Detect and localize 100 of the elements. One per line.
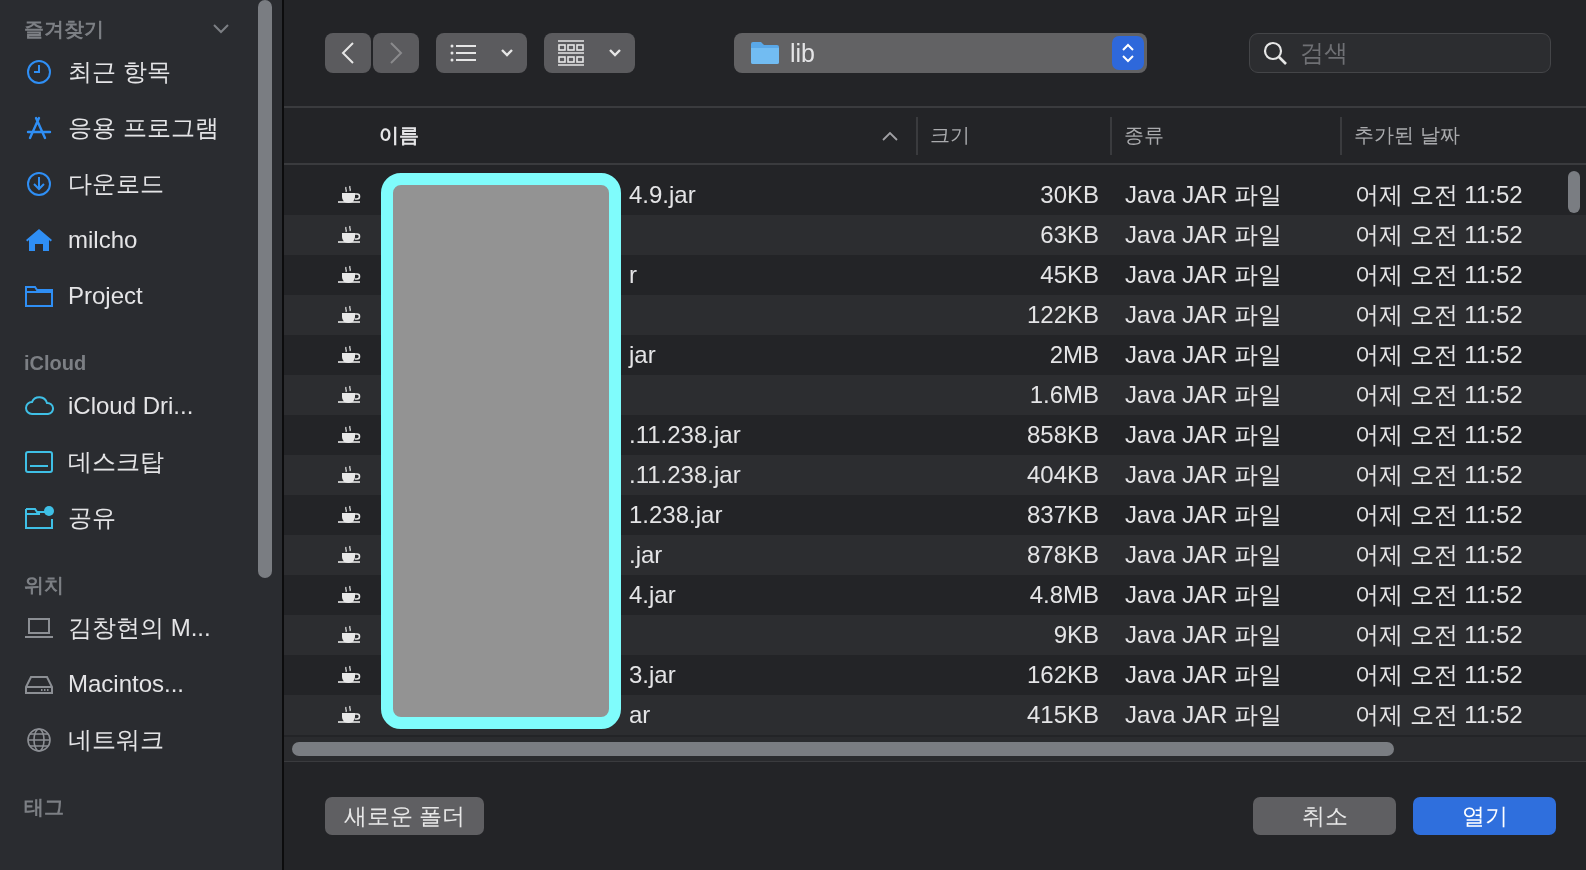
file-name: r	[629, 261, 637, 288]
date-added: 어제 오전 11:52	[1355, 541, 1523, 568]
scrollbar-thumb[interactable]	[258, 0, 272, 578]
forward-button[interactable]	[373, 33, 419, 73]
date-added: 어제 오전 11:52	[1355, 181, 1523, 208]
coffee-cup-icon	[336, 185, 362, 205]
download-icon	[24, 171, 54, 197]
search-icon	[1262, 40, 1288, 66]
file-name: 4.jar	[629, 581, 676, 608]
section-heading: 태그	[24, 794, 64, 820]
sidebar-item[interactable]: 김창현의 M...	[24, 600, 282, 656]
sidebar-item[interactable]: milcho	[24, 212, 282, 268]
chevron-right-icon	[389, 41, 403, 65]
coffee-cup-icon	[336, 305, 362, 325]
file-kind: Java JAR 파일	[1125, 701, 1283, 728]
file-name: .jar	[629, 541, 663, 568]
file-size: 63KB	[1040, 221, 1099, 248]
file-size: 837KB	[1026, 501, 1099, 528]
file-size: 30KB	[1040, 181, 1099, 208]
file-size: 122KB	[1026, 301, 1099, 328]
coffee-cup-icon	[336, 665, 362, 685]
home-icon	[24, 227, 54, 253]
file-name: 4.9.jar	[629, 181, 696, 208]
sidebar-item[interactable]: Project	[24, 268, 282, 324]
sidebar-item[interactable]: 응용 프로그램	[24, 100, 282, 156]
date-added: 어제 오전 11:52	[1355, 461, 1523, 488]
file-size: 1.6MB	[1029, 381, 1099, 408]
column-header[interactable]: 종류	[1110, 116, 1340, 155]
coffee-cup-icon	[336, 545, 362, 565]
coffee-cup-icon	[336, 385, 362, 405]
coffee-cup-icon	[336, 505, 362, 525]
chevron-left-icon	[341, 41, 355, 65]
date-added: 어제 오전 11:52	[1355, 701, 1523, 728]
folder-icon	[750, 41, 780, 65]
file-kind: Java JAR 파일	[1125, 181, 1283, 208]
file-size: 9KB	[1053, 621, 1099, 648]
file-kind: Java JAR 파일	[1125, 541, 1283, 568]
file-kind: Java JAR 파일	[1125, 661, 1283, 688]
section-heading: 즐겨찾기	[24, 16, 104, 42]
date-added: 어제 오전 11:52	[1355, 661, 1523, 688]
date-added: 어제 오전 11:52	[1355, 421, 1523, 448]
file-name: ar	[629, 701, 651, 728]
file-kind: Java JAR 파일	[1125, 421, 1283, 448]
coffee-cup-icon	[336, 625, 362, 645]
sidebar-item[interactable]: 최근 항목	[24, 44, 282, 100]
back-button[interactable]	[325, 33, 371, 73]
dialog-button[interactable]: 열기	[1413, 797, 1556, 835]
file-name: jar	[629, 341, 656, 368]
date-added: 어제 오전 11:52	[1355, 301, 1523, 328]
location-popup[interactable]: lib	[734, 33, 1147, 73]
dialog-button[interactable]: 새로운 폴더	[325, 797, 484, 835]
scrollbar-thumb[interactable]	[1568, 171, 1580, 213]
date-added: 어제 오전 11:52	[1355, 581, 1523, 608]
column-header[interactable]: 이름	[284, 116, 916, 155]
column-header[interactable]: 크기	[916, 116, 1110, 155]
sidebar-item[interactable]: 네트워크	[24, 712, 282, 768]
file-kind: Java JAR 파일	[1125, 301, 1283, 328]
dialog-button[interactable]: 취소	[1253, 797, 1396, 835]
sidebar-item[interactable]: Macintos...	[24, 656, 282, 712]
file-size: 858KB	[1026, 421, 1099, 448]
file-name: .11.238.jar	[629, 461, 741, 488]
section-heading: iCloud	[24, 351, 87, 375]
file-kind: Java JAR 파일	[1125, 341, 1283, 368]
date-added: 어제 오전 11:52	[1355, 341, 1523, 368]
scrollbar-thumb[interactable]	[292, 742, 1394, 756]
sidebar-item[interactable]: 공유	[24, 490, 282, 546]
sidebar-item[interactable]: 데스크탑	[24, 434, 282, 490]
file-size: 162KB	[1026, 661, 1099, 688]
file-kind: Java JAR 파일	[1125, 501, 1283, 528]
coffee-cup-icon	[336, 705, 362, 725]
coffee-cup-icon	[336, 345, 362, 365]
coffee-cup-icon	[336, 585, 362, 605]
folder-icon	[24, 283, 54, 309]
search-field[interactable]: 검색	[1249, 33, 1551, 73]
file-kind: Java JAR 파일	[1125, 461, 1283, 488]
column-header[interactable]: 추가된 날짜	[1340, 116, 1586, 155]
file-kind: Java JAR 파일	[1125, 261, 1283, 288]
sidebar-item[interactable]: iCloud Dri...	[24, 378, 282, 434]
app-store-icon	[24, 115, 54, 141]
laptop-icon	[24, 615, 54, 641]
clock-icon	[24, 59, 54, 85]
desktop-icon	[24, 449, 54, 475]
coffee-cup-icon	[336, 425, 362, 445]
file-kind: Java JAR 파일	[1125, 221, 1283, 248]
list-view-button[interactable]	[436, 33, 527, 73]
file-name: 3.jar	[629, 661, 676, 688]
group-button[interactable]	[544, 33, 635, 73]
file-name: .11.238.jar	[629, 421, 741, 448]
file-size: 404KB	[1026, 461, 1099, 488]
date-added: 어제 오전 11:52	[1355, 261, 1523, 288]
file-kind: Java JAR 파일	[1125, 381, 1283, 408]
file-size: 45KB	[1040, 261, 1099, 288]
coffee-cup-icon	[336, 265, 362, 285]
chevron-icon[interactable]	[212, 24, 230, 34]
date-added: 어제 오전 11:52	[1355, 381, 1523, 408]
section-heading: 위치	[24, 572, 64, 598]
file-size: 878KB	[1026, 541, 1099, 568]
coffee-cup-icon	[336, 465, 362, 485]
coffee-cup-icon	[336, 225, 362, 245]
sidebar-item[interactable]: 다운로드	[24, 156, 282, 212]
